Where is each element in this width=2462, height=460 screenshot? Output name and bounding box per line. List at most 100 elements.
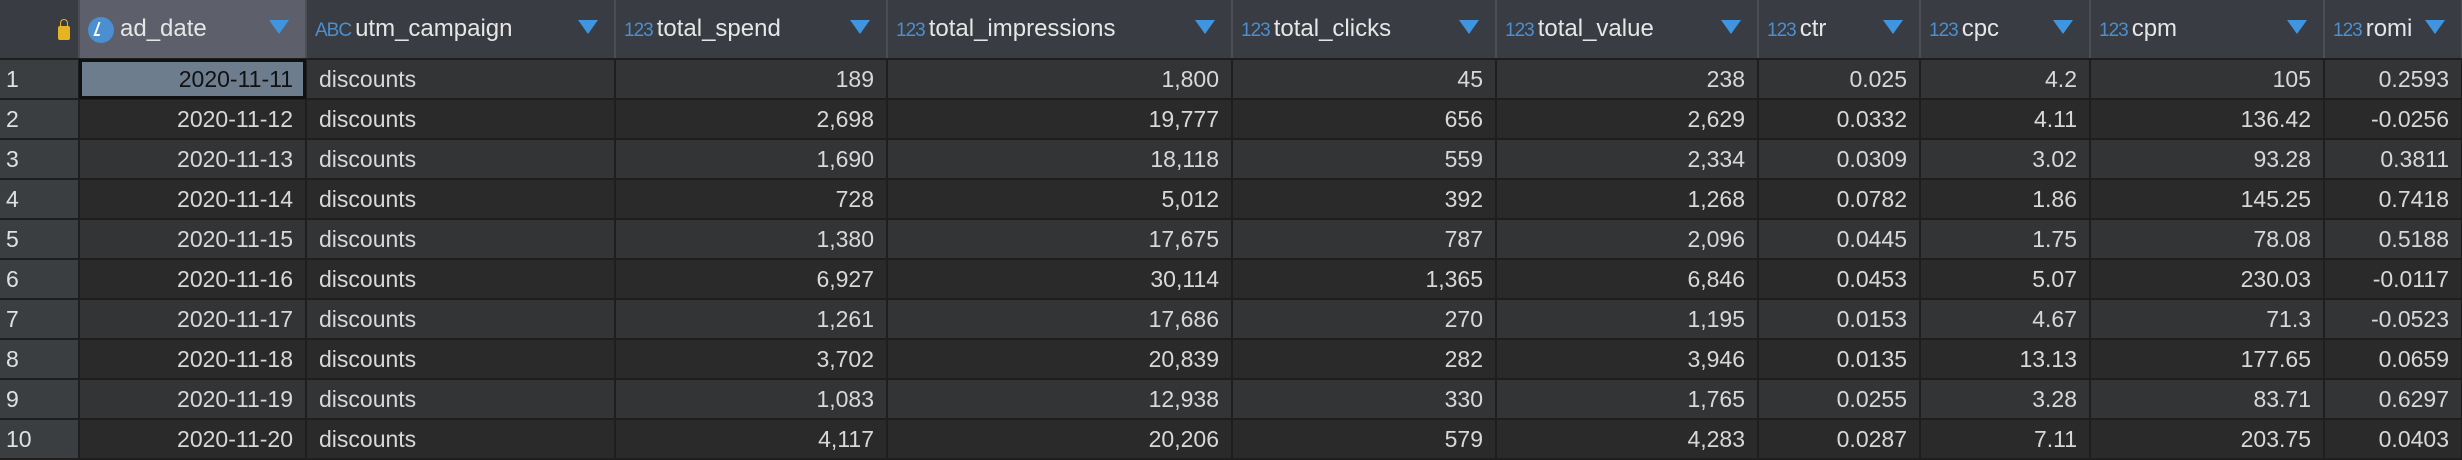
cell-cpm[interactable]: 136.42 [2090, 99, 2325, 140]
cell-total_clicks[interactable]: 656 [1232, 99, 1497, 140]
sort-dropdown-icon[interactable] [269, 20, 289, 34]
cell-total_spend[interactable]: 4,117 [615, 419, 888, 460]
cell-ad_date[interactable]: 2020-11-14 [79, 179, 307, 220]
cell-total_spend[interactable]: 2,698 [615, 99, 888, 140]
row-number[interactable]: 3 [0, 139, 80, 180]
cell-total_value[interactable]: 6,846 [1496, 259, 1759, 300]
cell-total_value[interactable]: 1,195 [1496, 299, 1759, 340]
cell-ad_date[interactable]: 2020-11-16 [79, 259, 307, 300]
row-number[interactable]: 10 [0, 419, 80, 460]
cell-total_clicks[interactable]: 330 [1232, 379, 1497, 420]
cell-ctr[interactable]: 0.0309 [1758, 139, 1921, 180]
cell-ad_date[interactable]: 2020-11-17 [79, 299, 307, 340]
cell-romi[interactable]: 0.2593 [2324, 59, 2462, 100]
cell-cpm[interactable]: 105 [2090, 59, 2325, 100]
cell-ctr[interactable]: 0.0287 [1758, 419, 1921, 460]
sort-dropdown-icon[interactable] [1721, 20, 1741, 34]
row-number[interactable]: 9 [0, 379, 80, 420]
cell-ctr[interactable]: 0.0445 [1758, 219, 1921, 260]
cell-romi[interactable]: 0.0403 [2324, 419, 2462, 460]
row-number[interactable]: 8 [0, 339, 80, 380]
cell-total_impressions[interactable]: 30,114 [887, 259, 1233, 300]
cell-romi[interactable]: 0.0659 [2324, 339, 2462, 380]
cell-utm_campaign[interactable]: discounts [306, 299, 616, 340]
cell-cpc[interactable]: 3.02 [1920, 139, 2091, 180]
cell-cpm[interactable]: 78.08 [2090, 219, 2325, 260]
cell-ctr[interactable]: 0.0332 [1758, 99, 1921, 140]
cell-ctr[interactable]: 0.025 [1758, 59, 1921, 100]
row-number[interactable]: 6 [0, 259, 80, 300]
column-header-cpc[interactable]: 123 cpc [1920, 0, 2091, 60]
cell-cpm[interactable]: 230.03 [2090, 259, 2325, 300]
cell-total_spend[interactable]: 3,702 [615, 339, 888, 380]
cell-utm_campaign[interactable]: discounts [306, 379, 616, 420]
cell-cpc[interactable]: 4.11 [1920, 99, 2091, 140]
cell-romi[interactable]: 0.7418 [2324, 179, 2462, 220]
cell-total_spend[interactable]: 1,083 [615, 379, 888, 420]
column-header-total_clicks[interactable]: 123 total_clicks [1232, 0, 1497, 60]
cell-cpc[interactable]: 1.75 [1920, 219, 2091, 260]
sort-dropdown-icon[interactable] [850, 20, 870, 34]
cell-total_clicks[interactable]: 787 [1232, 219, 1497, 260]
cell-ad_date[interactable]: 2020-11-20 [79, 419, 307, 460]
cell-total_spend[interactable]: 189 [615, 59, 888, 100]
cell-ad_date[interactable]: 2020-11-15 [79, 219, 307, 260]
row-number[interactable]: 7 [0, 299, 80, 340]
cell-total_impressions[interactable]: 1,800 [887, 59, 1233, 100]
row-number[interactable]: 5 [0, 219, 80, 260]
column-header-total_spend[interactable]: 123 total_spend [615, 0, 888, 60]
cell-utm_campaign[interactable]: discounts [306, 139, 616, 180]
cell-total_impressions[interactable]: 17,686 [887, 299, 1233, 340]
cell-cpm[interactable]: 93.28 [2090, 139, 2325, 180]
cell-total_impressions[interactable]: 18,118 [887, 139, 1233, 180]
cell-cpc[interactable]: 5.07 [1920, 259, 2091, 300]
cell-total_clicks[interactable]: 579 [1232, 419, 1497, 460]
cell-total_clicks[interactable]: 392 [1232, 179, 1497, 220]
lock-corner[interactable] [0, 0, 80, 60]
cell-ctr[interactable]: 0.0153 [1758, 299, 1921, 340]
sort-dropdown-icon[interactable] [1459, 20, 1479, 34]
cell-total_impressions[interactable]: 5,012 [887, 179, 1233, 220]
cell-total_value[interactable]: 2,096 [1496, 219, 1759, 260]
cell-total_clicks[interactable]: 559 [1232, 139, 1497, 180]
column-header-utm_campaign[interactable]: ABC utm_campaign [306, 0, 616, 60]
cell-cpm[interactable]: 71.3 [2090, 299, 2325, 340]
cell-total_impressions[interactable]: 17,675 [887, 219, 1233, 260]
cell-ctr[interactable]: 0.0782 [1758, 179, 1921, 220]
cell-ad_date[interactable]: 2020-11-11 [79, 59, 307, 100]
cell-ctr[interactable]: 0.0255 [1758, 379, 1921, 420]
cell-total_value[interactable]: 4,283 [1496, 419, 1759, 460]
cell-ad_date[interactable]: 2020-11-13 [79, 139, 307, 180]
cell-cpc[interactable]: 4.2 [1920, 59, 2091, 100]
cell-total_impressions[interactable]: 12,938 [887, 379, 1233, 420]
cell-romi[interactable]: -0.0256 [2324, 99, 2462, 140]
cell-utm_campaign[interactable]: discounts [306, 219, 616, 260]
cell-cpm[interactable]: 203.75 [2090, 419, 2325, 460]
sort-dropdown-icon[interactable] [1883, 20, 1903, 34]
cell-ad_date[interactable]: 2020-11-12 [79, 99, 307, 140]
cell-total_spend[interactable]: 6,927 [615, 259, 888, 300]
cell-cpc[interactable]: 7.11 [1920, 419, 2091, 460]
cell-total_value[interactable]: 2,629 [1496, 99, 1759, 140]
sort-dropdown-icon[interactable] [2287, 20, 2307, 34]
cell-ctr[interactable]: 0.0135 [1758, 339, 1921, 380]
cell-utm_campaign[interactable]: discounts [306, 179, 616, 220]
column-header-ad_date[interactable]: ad_date [79, 0, 307, 60]
cell-utm_campaign[interactable]: discounts [306, 59, 616, 100]
cell-total_impressions[interactable]: 20,839 [887, 339, 1233, 380]
sort-dropdown-icon[interactable] [578, 20, 598, 34]
cell-cpc[interactable]: 4.67 [1920, 299, 2091, 340]
cell-total_spend[interactable]: 1,261 [615, 299, 888, 340]
column-header-ctr[interactable]: 123 ctr [1758, 0, 1921, 60]
cell-romi[interactable]: 0.3811 [2324, 139, 2462, 180]
cell-romi[interactable]: -0.0117 [2324, 259, 2462, 300]
cell-ad_date[interactable]: 2020-11-19 [79, 379, 307, 420]
cell-romi[interactable]: 0.5188 [2324, 219, 2462, 260]
row-number[interactable]: 1 [0, 59, 80, 100]
cell-total_clicks[interactable]: 1,365 [1232, 259, 1497, 300]
cell-total_value[interactable]: 238 [1496, 59, 1759, 100]
column-header-cpm[interactable]: 123 cpm [2090, 0, 2325, 60]
cell-total_spend[interactable]: 1,690 [615, 139, 888, 180]
column-header-total_value[interactable]: 123 total_value [1496, 0, 1759, 60]
cell-total_spend[interactable]: 728 [615, 179, 888, 220]
